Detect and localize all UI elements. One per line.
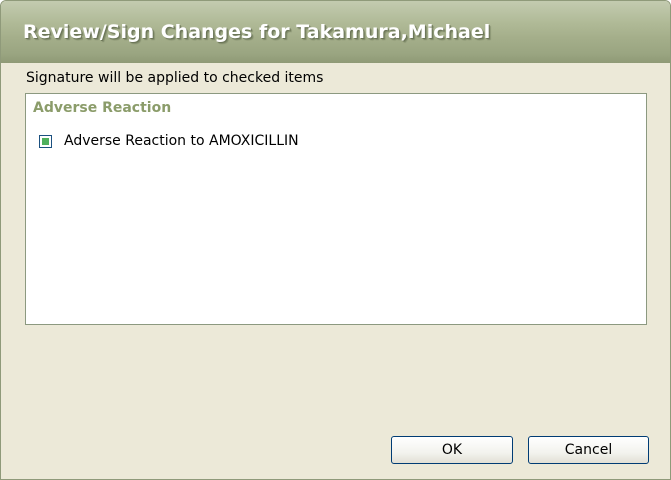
window-title: Review/Sign Changes for Takamura,Michael — [23, 21, 491, 43]
signature-caption: Signature will be applied to checked ite… — [26, 70, 324, 86]
title-bar[interactable]: Review/Sign Changes for Takamura,Michael — [1, 1, 670, 63]
ok-button[interactable]: OK — [391, 436, 513, 464]
review-sign-dialog: Review/Sign Changes for Takamura,Michael… — [0, 0, 671, 480]
checkbox-checked-icon — [42, 137, 49, 145]
list-item-label: Adverse Reaction to AMOXICILLIN — [64, 133, 299, 149]
changes-list[interactable]: Adverse Reaction Adverse Reaction to AMO… — [25, 93, 647, 325]
cancel-button[interactable]: Cancel — [528, 436, 649, 464]
group-header-adverse-reaction: Adverse Reaction — [33, 100, 172, 116]
list-item-adverse-reaction-amoxicillin[interactable]: Adverse Reaction to AMOXICILLIN — [39, 132, 299, 150]
item-checkbox[interactable] — [39, 134, 52, 148]
